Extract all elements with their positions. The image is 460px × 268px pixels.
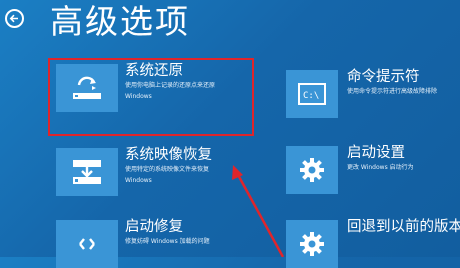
annotation-arrow-icon	[232, 165, 285, 257]
